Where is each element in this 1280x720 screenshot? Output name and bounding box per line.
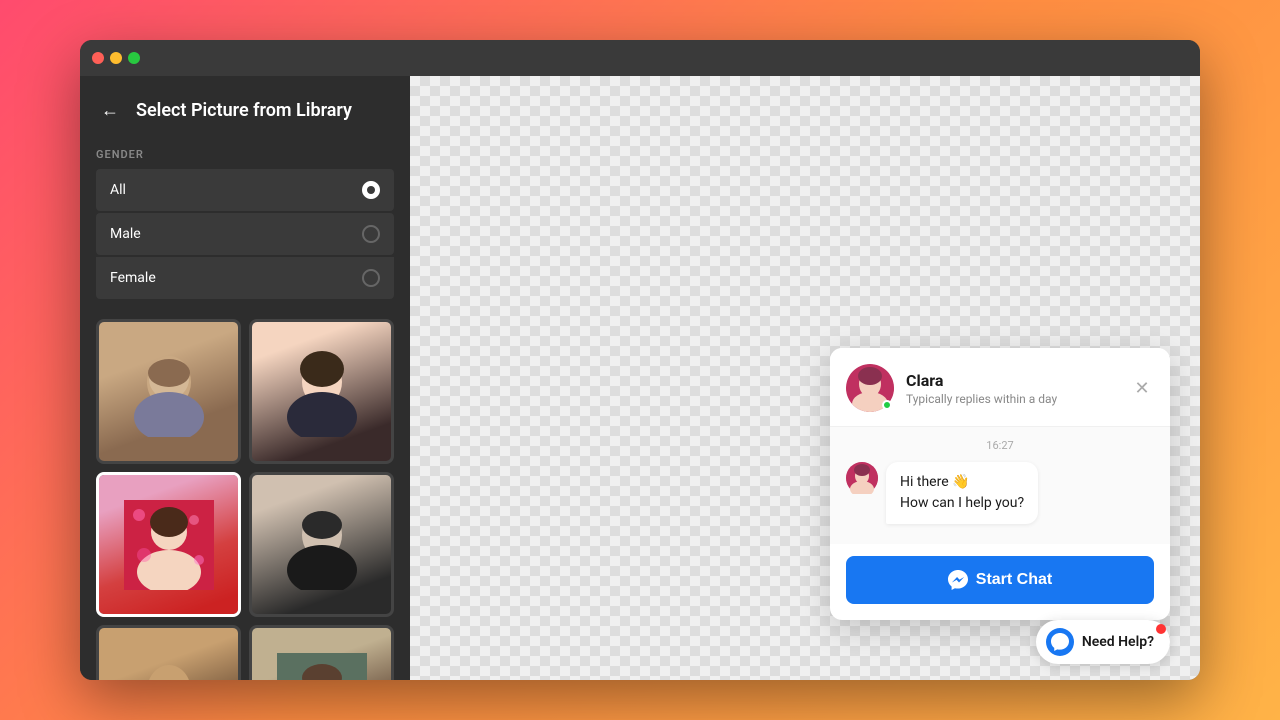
- message-bubble: Hi there 👋 How can I help you?: [886, 462, 1038, 524]
- chat-header: Clara Typically replies within a day ✕: [830, 348, 1170, 427]
- minimize-traffic-light[interactable]: [110, 52, 122, 64]
- photo-man2: [252, 475, 391, 614]
- photo-woman1: [252, 322, 391, 461]
- gender-male-radio[interactable]: [362, 225, 380, 243]
- message-row: Hi there 👋 How can I help you?: [846, 462, 1154, 524]
- gender-female-radio[interactable]: [362, 269, 380, 287]
- start-chat-label: Start Chat: [976, 571, 1052, 589]
- app-window: ← Select Picture from Library GENDER All…: [80, 40, 1200, 680]
- back-button[interactable]: ←: [96, 96, 124, 124]
- photo-item-woman1[interactable]: [249, 319, 394, 464]
- message-line1: Hi there 👋: [900, 472, 1024, 493]
- gender-all-label: All: [110, 182, 126, 198]
- maximize-traffic-light[interactable]: [128, 52, 140, 64]
- right-panel: Clara Typically replies within a day ✕ 1…: [410, 76, 1200, 680]
- notification-dot: [1156, 624, 1166, 634]
- chat-close-button[interactable]: ✕: [1130, 376, 1154, 400]
- gender-label: GENDER: [96, 148, 394, 161]
- photo-item-man2[interactable]: [249, 472, 394, 617]
- gender-all-radio[interactable]: [362, 181, 380, 199]
- close-traffic-light[interactable]: [92, 52, 104, 64]
- message-avatar: [846, 462, 878, 494]
- photo-item-woman2[interactable]: [96, 472, 241, 617]
- gender-female-label: Female: [110, 270, 156, 286]
- panel-header: ← Select Picture from Library: [96, 96, 394, 124]
- agent-status: Typically replies within a day: [906, 392, 1118, 406]
- gender-option-female[interactable]: Female: [96, 257, 394, 299]
- gender-section: GENDER All Male Female: [96, 148, 394, 299]
- gender-option-male[interactable]: Male: [96, 213, 394, 255]
- gender-option-all[interactable]: All: [96, 169, 394, 211]
- photo-grid: [96, 319, 394, 680]
- chat-agent-info: Clara Typically replies within a day: [906, 371, 1118, 406]
- photo-item-man1[interactable]: [96, 319, 241, 464]
- need-help-label: Need Help?: [1082, 634, 1154, 650]
- photo-man4: [252, 628, 391, 680]
- need-help-icon: [1046, 628, 1074, 656]
- chat-widget: Clara Typically replies within a day ✕ 1…: [830, 348, 1170, 620]
- photo-woman2: [99, 475, 238, 614]
- photo-man3: [99, 628, 238, 680]
- window-content: ← Select Picture from Library GENDER All…: [80, 76, 1200, 680]
- title-bar: [80, 40, 1200, 76]
- traffic-lights: [92, 52, 140, 64]
- start-chat-button[interactable]: Start Chat: [846, 556, 1154, 604]
- message-line2: How can I help you?: [900, 493, 1024, 514]
- online-indicator: [882, 400, 892, 410]
- gender-male-label: Male: [110, 226, 141, 242]
- photo-man1: [99, 322, 238, 461]
- photo-item-man3[interactable]: [96, 625, 241, 680]
- agent-avatar-wrap: [846, 364, 894, 412]
- agent-name: Clara: [906, 371, 1118, 390]
- message-timestamp: 16:27: [846, 439, 1154, 452]
- chat-body: 16:27 Hi there 👋 How c: [830, 427, 1170, 544]
- photo-item-man4[interactable]: [249, 625, 394, 680]
- need-help-button[interactable]: Need Help?: [1036, 620, 1170, 664]
- panel-title: Select Picture from Library: [136, 100, 352, 121]
- left-panel: ← Select Picture from Library GENDER All…: [80, 76, 410, 680]
- messenger-icon: [948, 570, 968, 590]
